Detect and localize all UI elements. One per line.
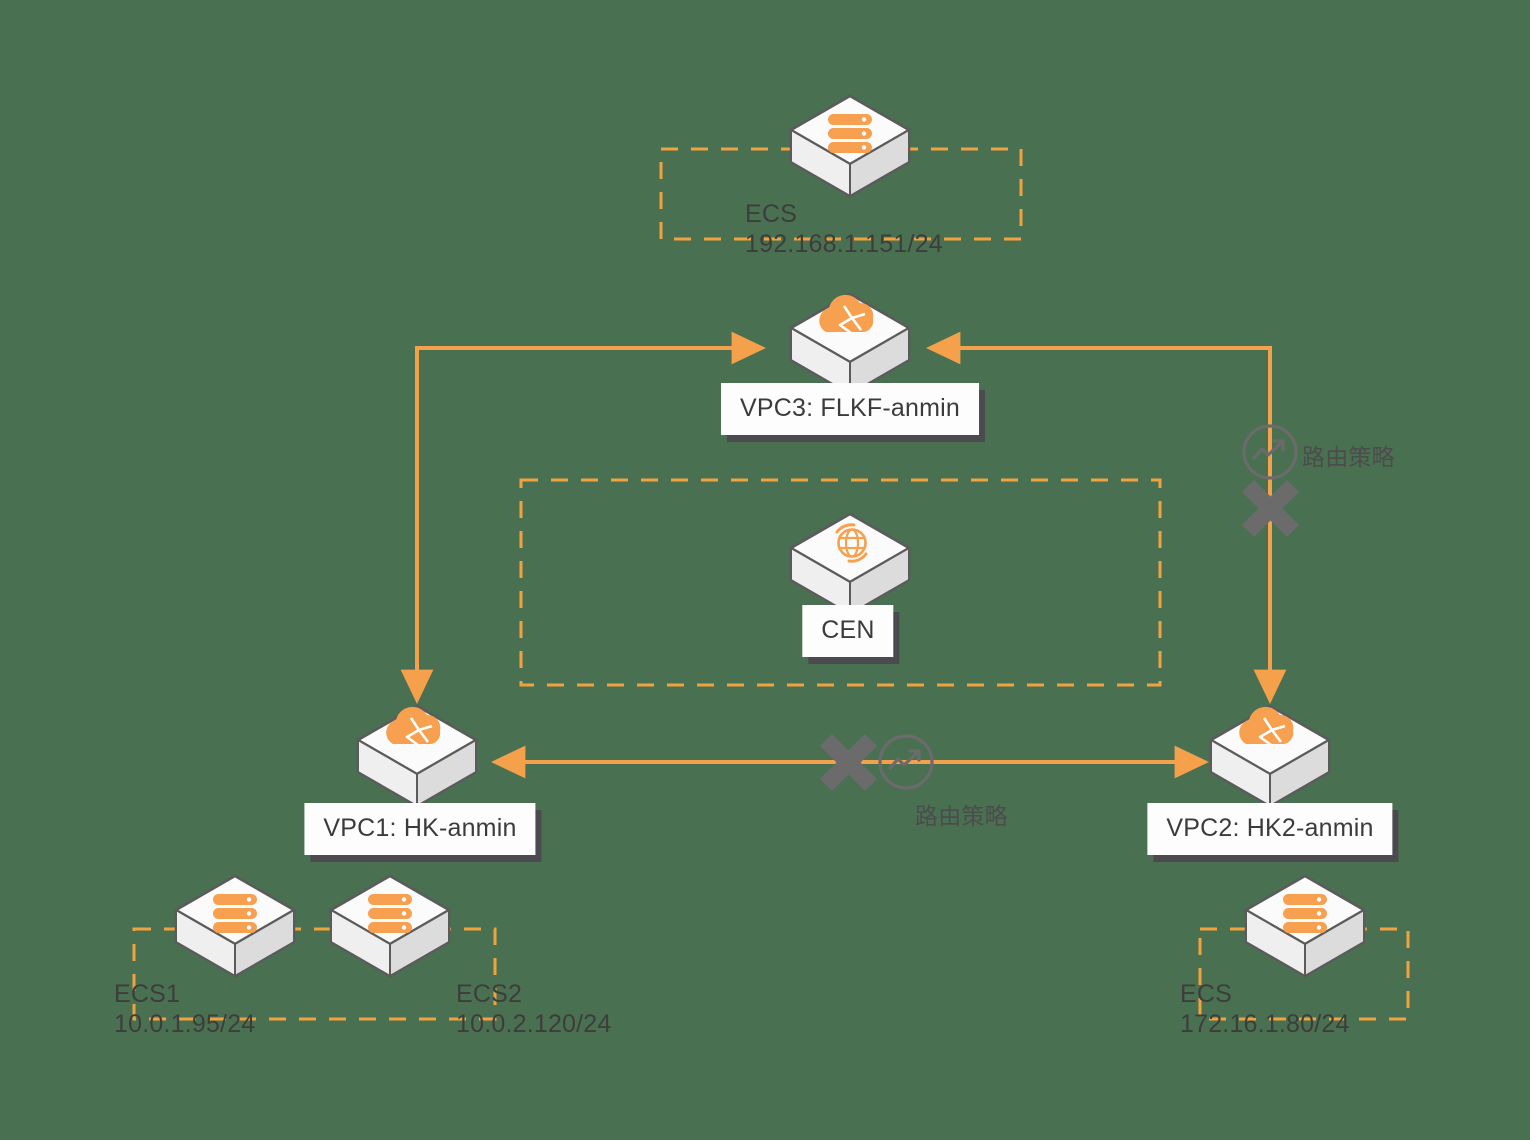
node-vpc1[interactable]	[352, 700, 482, 810]
blocked-mark-bottom	[819, 733, 878, 792]
ecs-top-name: ECS	[745, 200, 798, 228]
server-icon	[328, 874, 452, 978]
node-vpc2[interactable]	[1205, 700, 1335, 810]
node-vpc3[interactable]	[785, 288, 915, 398]
annotation-route-policy-right: 路由策略	[1302, 444, 1395, 470]
ecs-top-ip: 192.168.1.151/24	[745, 229, 943, 258]
connector-vpc2-vpc3	[925, 331, 1272, 690]
ecs1-ip: 10.0.1.95/24	[114, 1009, 256, 1038]
label-cen[interactable]: CEN	[802, 605, 894, 657]
cen-globe-icon	[788, 512, 912, 616]
node-ecs-top[interactable]	[785, 90, 915, 200]
caption-ecs-right: ECS 172.16.1.80/24	[1180, 980, 1350, 1039]
node-ecs-right[interactable]	[1240, 870, 1370, 980]
ecs1-name: ECS1	[114, 980, 181, 1008]
vpc-cloud-icon	[788, 292, 912, 396]
connector-vpc1-vpc3	[415, 331, 767, 700]
route-policy-icon-right	[1242, 424, 1298, 480]
annotation-route-policy-bottom: 路由策略	[915, 803, 1008, 829]
ecs2-name: ECS2	[456, 980, 523, 1008]
vpc-cloud-icon	[1208, 704, 1332, 808]
server-icon	[788, 94, 912, 198]
ecs-right-name: ECS	[1180, 980, 1233, 1008]
label-vpc3[interactable]: VPC3: FLKF-anmin	[721, 383, 979, 435]
route-policy-icon-bottom	[878, 734, 934, 790]
node-ecs2[interactable]	[325, 870, 455, 980]
label-vpc2[interactable]: VPC2: HK2-anmin	[1147, 803, 1393, 855]
caption-ecs-top: ECS 192.168.1.151/24	[745, 200, 943, 259]
vpc-cloud-icon	[355, 704, 479, 808]
ecs-right-ip: 172.16.1.80/24	[1180, 1009, 1350, 1038]
caption-ecs1: ECS1 10.0.1.95/24	[114, 980, 255, 1039]
node-ecs1[interactable]	[170, 870, 300, 980]
node-cen[interactable]	[785, 508, 915, 618]
blocked-mark-right	[1241, 479, 1300, 538]
caption-ecs2: ECS2 10.0.2.120/24	[456, 980, 612, 1039]
diagram-canvas: ECS 192.168.1.151/24 VPC3: FLKF-anmin CE…	[0, 0, 1530, 1140]
server-icon	[173, 874, 297, 978]
server-icon	[1243, 874, 1367, 978]
label-vpc1[interactable]: VPC1: HK-anmin	[304, 803, 536, 855]
ecs2-ip: 10.0.2.120/24	[456, 1009, 612, 1038]
